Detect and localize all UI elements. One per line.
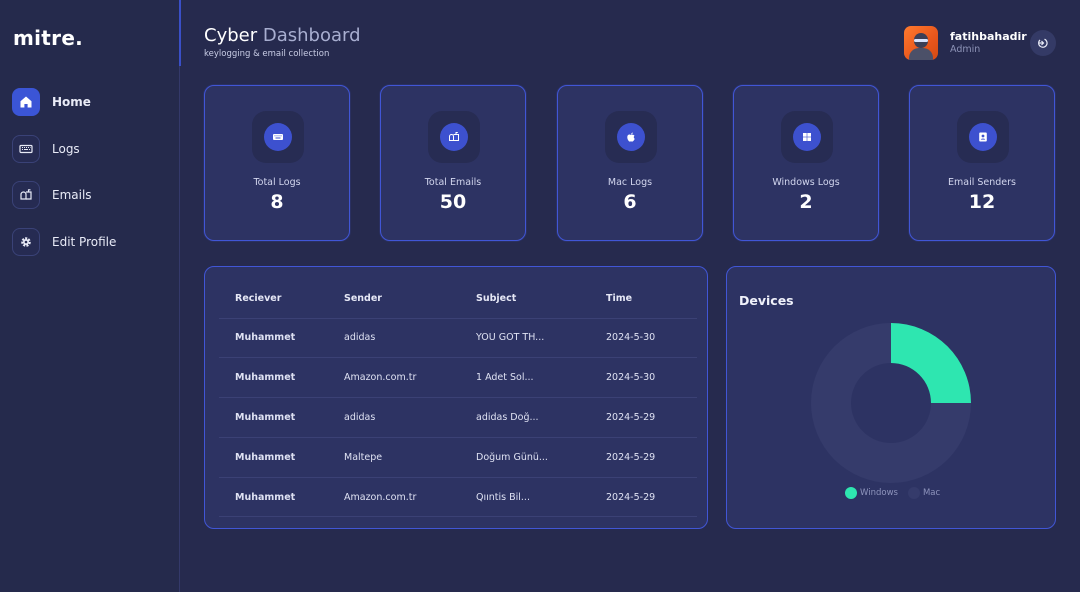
sidebar-item-label: Edit Profile	[52, 234, 117, 249]
stat-card-total-logs: Total Logs 8	[204, 85, 350, 241]
cell-time: 2024-5-29	[590, 477, 697, 518]
cell-subject: Doğum Günü...	[460, 437, 590, 478]
avatar-glasses-shape	[914, 39, 928, 42]
sidebar-item-label: Emails	[52, 188, 92, 202]
windows-icon	[793, 123, 821, 151]
cell-subject: 1 Adet Sol...	[460, 357, 590, 399]
donut-slice-windows[interactable]	[891, 323, 971, 403]
logout-button[interactable]	[1030, 30, 1056, 56]
stat-icon-box	[957, 111, 1009, 163]
header-divider	[179, 0, 181, 66]
stat-value: 12	[968, 191, 996, 213]
cell-sender: Maltepe	[328, 437, 460, 478]
keyboard-icon	[264, 123, 292, 151]
cell-time: 2024-5-29	[590, 397, 697, 438]
app-logo[interactable]: mitre.	[13, 26, 83, 50]
cell-sender: Amazon.com.tr	[328, 357, 460, 399]
page-title-accent: Dashboard	[262, 25, 361, 46]
devices-title: Devices	[739, 293, 794, 308]
apple-icon	[617, 123, 645, 151]
stat-value: 6	[623, 191, 637, 213]
page-title: Cyber Dashboard	[204, 25, 361, 46]
stat-icon-box	[252, 111, 304, 163]
cell-receiver: Muhammet	[219, 357, 328, 399]
sidebar-nav: Home Logs Emails Edit Profile	[12, 88, 116, 274]
cell-receiver: Muhammet	[219, 318, 328, 359]
table-row[interactable]: Muhammet Maltepe Doğum Günü... 2024-5-29	[219, 437, 697, 478]
cell-receiver: Muhammet	[219, 477, 328, 518]
cell-time: 2024-5-30	[590, 357, 697, 399]
emails-table: Reciever Sender Subject Time Muhammet ad…	[219, 279, 697, 518]
legend-swatch-mac	[907, 487, 920, 499]
cell-receiver: Muhammet	[219, 397, 328, 438]
sidebar-item-label: Home	[52, 95, 91, 109]
sidebar-item-label: Logs	[52, 141, 80, 156]
cell-time: 2024-5-29	[590, 437, 697, 478]
contact-icon	[969, 123, 997, 151]
mailbox-icon	[12, 181, 40, 209]
cell-sender: Amazon.com.tr	[328, 477, 460, 518]
page-title-main: Cyber	[204, 25, 258, 46]
cell-subject: Qııntis Bil...	[460, 477, 590, 518]
logout-icon	[1037, 34, 1049, 53]
sidebar-item-home[interactable]: Home	[12, 88, 116, 116]
devices-panel: Devices Windows Mac	[726, 266, 1056, 529]
sidebar-item-emails[interactable]: Emails	[12, 181, 116, 209]
table-row[interactable]: Muhammet Amazon.com.tr 1 Adet Sol... 202…	[219, 357, 697, 399]
page-subtitle: keylogging & email collection	[204, 49, 330, 59]
user-name: fatihbahadir	[950, 30, 1027, 43]
devices-donut-chart	[811, 323, 971, 483]
stat-label: Email Senders	[947, 177, 1016, 188]
cell-sender: adidas	[328, 318, 460, 359]
legend-label: Windows	[860, 488, 898, 498]
table-row[interactable]: Muhammet adidas YOU GOT TH... 2024-5-30	[219, 318, 697, 359]
avatar-body-shape	[909, 48, 933, 60]
column-header-receiver[interactable]: Reciever	[219, 279, 328, 319]
stat-card-windows-logs: Windows Logs 2	[733, 85, 879, 241]
stat-label: Windows Logs	[772, 177, 840, 188]
cell-receiver: Muhammet	[219, 437, 328, 478]
stat-value: 50	[439, 191, 467, 213]
stat-icon-box	[781, 111, 833, 163]
stat-label: Mac Logs	[607, 177, 653, 188]
column-header-time[interactable]: Time	[590, 279, 697, 319]
legend-label: Mac	[922, 488, 941, 498]
cell-time: 2024-5-30	[590, 318, 697, 359]
legend-item-windows[interactable]: Windows	[845, 487, 898, 499]
column-header-sender[interactable]: Sender	[328, 279, 460, 319]
user-role: Admin	[950, 44, 981, 55]
home-icon	[12, 88, 40, 116]
gear-icon	[12, 227, 40, 256]
stat-card-mac-logs: Mac Logs 6	[557, 85, 703, 241]
keyboard-icon	[12, 134, 40, 163]
legend-item-mac[interactable]: Mac	[907, 487, 941, 499]
stat-value: 2	[799, 191, 813, 213]
column-header-subject[interactable]: Subject	[460, 279, 590, 319]
sidebar-item-edit-profile[interactable]: Edit Profile	[12, 227, 117, 256]
table-header-row: Reciever Sender Subject Time	[219, 279, 697, 319]
cell-sender: adidas	[328, 397, 460, 438]
mailbox-icon	[440, 123, 468, 151]
stat-card-email-senders: Email Senders 12	[909, 85, 1055, 241]
cell-subject: YOU GOT TH...	[460, 318, 590, 359]
table-row[interactable]: Muhammet Amazon.com.tr Qııntis Bil... 20…	[219, 477, 697, 518]
legend-swatch-windows	[845, 487, 857, 499]
stat-icon-box	[428, 111, 480, 163]
emails-table-panel: Reciever Sender Subject Time Muhammet ad…	[204, 266, 708, 529]
sidebar-item-logs[interactable]: Logs	[12, 134, 116, 163]
stat-icon-box	[605, 111, 657, 163]
avatar[interactable]	[904, 26, 938, 60]
chart-legend: Windows Mac	[845, 487, 950, 499]
sidebar: mitre. Home Logs Emails Edit Profile	[0, 0, 180, 592]
cell-subject: adidas Doğ...	[460, 397, 590, 438]
stat-label: Total Logs	[253, 177, 301, 188]
stat-label: Total Emails	[424, 177, 482, 188]
stat-value: 8	[270, 191, 284, 213]
table-row[interactable]: Muhammet adidas adidas Doğ... 2024-5-29	[219, 397, 697, 438]
stat-card-total-emails: Total Emails 50	[380, 85, 526, 241]
